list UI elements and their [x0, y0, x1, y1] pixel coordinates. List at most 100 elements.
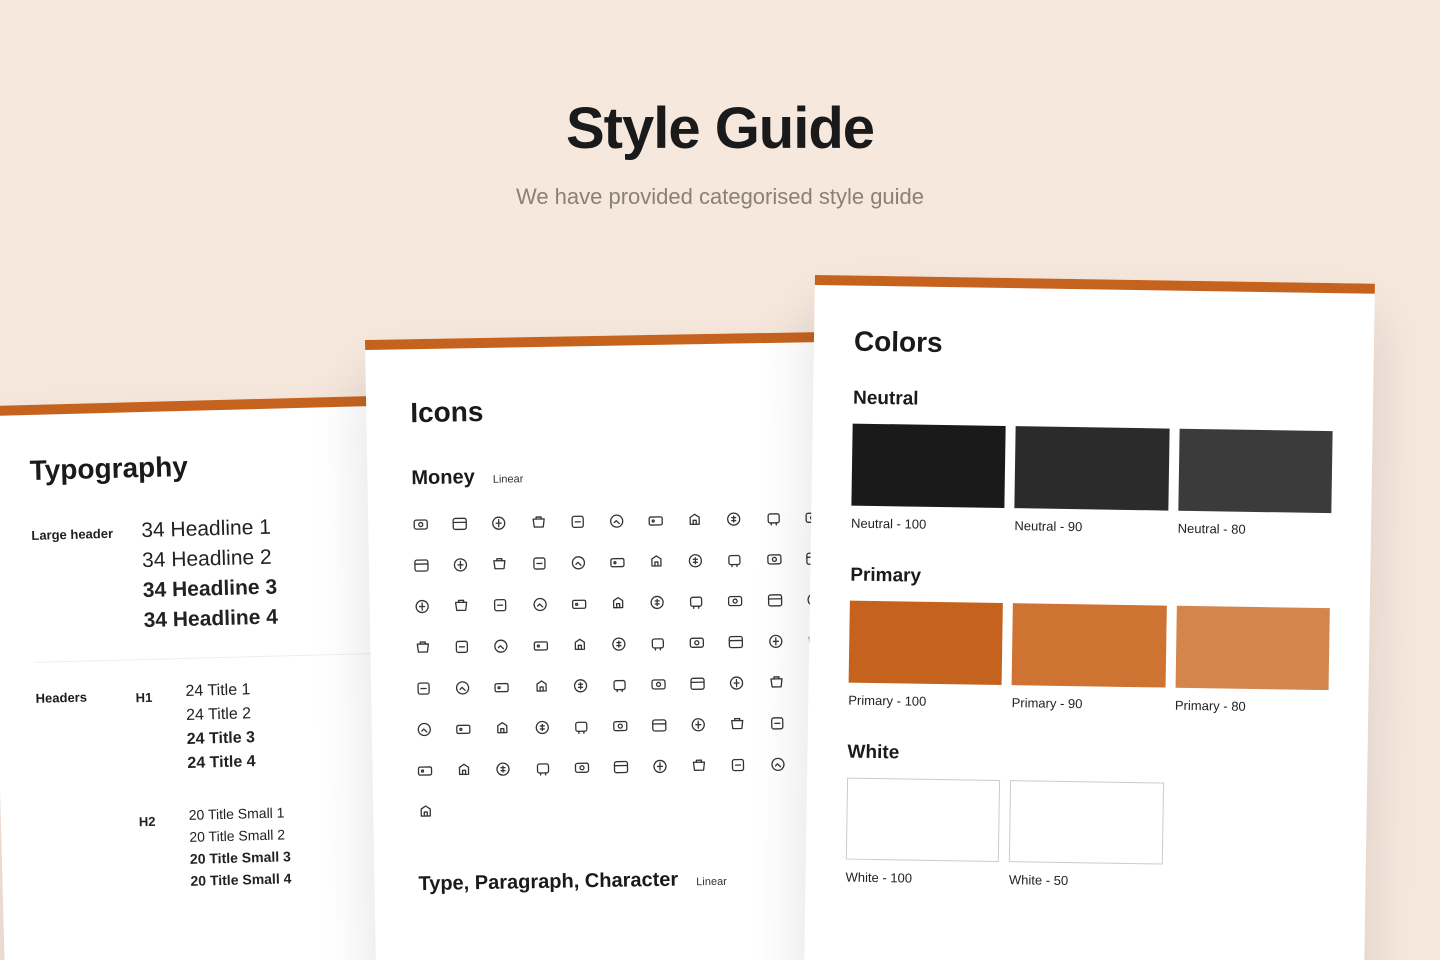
headline-4: 34 Headline 4 — [143, 603, 376, 633]
money-icon — [414, 639, 435, 661]
money-icon — [689, 675, 710, 697]
money-style: Linear — [493, 473, 524, 486]
swatch-box — [1012, 603, 1167, 687]
page-title: Style Guide — [0, 95, 1440, 162]
tpc-section-header: Type, Paragraph, Character Linear — [418, 866, 830, 896]
money-icon — [530, 555, 551, 577]
headers-label: Headers — [35, 684, 141, 899]
money-icon — [530, 514, 551, 536]
money-icon-grid — [412, 509, 829, 825]
money-icon — [492, 596, 513, 618]
money-icon — [609, 594, 630, 616]
money-icon — [686, 511, 707, 533]
money-icon — [687, 552, 708, 574]
swatch-label: White - 50 — [1009, 872, 1163, 889]
money-icon — [608, 512, 629, 534]
title-4: 24 Title 4 — [187, 752, 288, 773]
money-icon — [688, 593, 709, 615]
swatch-box — [1015, 426, 1170, 510]
money-icon — [766, 592, 787, 614]
money-icon — [769, 756, 790, 778]
large-header-row: Large header 34 Headline 1 34 Headline 2… — [31, 513, 376, 642]
money-icon — [569, 554, 590, 576]
money-icon — [572, 718, 593, 740]
money-icon — [649, 635, 670, 657]
colors-card: Colors Neutral Neutral - 100 Neutral - 9… — [803, 275, 1375, 960]
swatch-primary-90: Primary - 90 — [1012, 603, 1167, 712]
swatch-neutral-80: Neutral - 80 — [1178, 429, 1333, 538]
money-icon — [651, 758, 672, 780]
headline-1: 34 Headline 1 — [141, 513, 374, 543]
swatch-primary-80: Primary - 80 — [1175, 606, 1330, 715]
money-icon — [726, 551, 747, 573]
money-icon — [727, 592, 748, 614]
money-icon — [533, 719, 554, 741]
money-icon — [729, 715, 750, 737]
swatch-label: Neutral - 100 — [851, 516, 1005, 533]
title-small-2: 20 Title Small 2 — [189, 826, 290, 845]
typography-heading: Typography — [29, 446, 372, 487]
swatch-white-100: White - 100 — [845, 778, 1000, 887]
money-icon — [612, 758, 633, 780]
money-icon — [494, 719, 515, 741]
icons-heading: Icons — [410, 390, 822, 429]
swatch-label: Primary - 100 — [848, 693, 1002, 710]
money-icon — [569, 513, 590, 535]
title-small-1: 20 Title Small 1 — [189, 804, 290, 823]
typography-card: Typography Large header 34 Headline 1 34… — [0, 395, 418, 960]
money-icon — [453, 597, 474, 619]
money-icon — [610, 635, 631, 657]
swatch-label: Primary - 90 — [1012, 695, 1166, 712]
money-icon — [730, 756, 751, 778]
icons-card: Icons Money Linear Type, Paragraph, Char… — [365, 331, 877, 960]
money-icon — [651, 717, 672, 739]
money-section-header: Money Linear — [411, 460, 823, 490]
colors-heading: Colors — [854, 326, 1334, 366]
swatch-box — [1178, 429, 1333, 513]
large-header-label: Large header — [31, 519, 142, 543]
swatch-label: Neutral - 90 — [1014, 518, 1168, 535]
white-section: White White - 100 White - 50 — [845, 742, 1327, 893]
money-icon — [493, 637, 514, 659]
headers-block: Headers H1 24 Title 1 24 Title 2 24 Titl… — [35, 678, 382, 899]
swatch-box — [851, 424, 1006, 508]
money-icon — [414, 598, 435, 620]
money-icon — [650, 676, 671, 698]
swatch-label: Primary - 80 — [1175, 698, 1329, 715]
money-icon — [532, 678, 553, 700]
title-small-3: 20 Title Small 3 — [190, 848, 291, 867]
money-icon — [453, 638, 474, 660]
swatch-neutral-100: Neutral - 100 — [851, 424, 1006, 533]
page-subtitle: We have provided categorised style guide — [0, 184, 1440, 210]
money-icon — [768, 674, 789, 696]
neutral-label: Neutral — [853, 388, 1333, 418]
money-icon — [612, 717, 633, 739]
money-icon — [416, 762, 437, 784]
money-icon — [490, 514, 511, 536]
money-icon — [609, 553, 630, 575]
money-icon — [611, 676, 632, 698]
money-icon — [532, 637, 553, 659]
tpc-label: Type, Paragraph, Character — [418, 869, 678, 897]
h1-group: H1 24 Title 1 24 Title 2 24 Title 3 24 T… — [135, 680, 288, 780]
money-icon — [648, 553, 669, 575]
tpc-style: Linear — [696, 876, 727, 889]
money-icon — [649, 594, 670, 616]
headline-3: 34 Headline 3 — [143, 573, 376, 603]
money-icon — [455, 720, 476, 742]
money-icon — [691, 757, 712, 779]
hero: Style Guide We have provided categorised… — [0, 95, 1440, 210]
money-icon — [725, 510, 746, 532]
h2-group: H2 20 Title Small 1 20 Title Small 2 20 … — [139, 804, 292, 896]
money-icon — [456, 761, 477, 783]
money-icon — [728, 674, 749, 696]
money-icon — [412, 516, 433, 538]
money-icon — [728, 633, 749, 655]
money-icon — [413, 557, 434, 579]
title-small-4: 20 Title Small 4 — [190, 870, 291, 889]
swatch-primary-100: Primary - 100 — [848, 601, 1003, 710]
money-icon — [416, 721, 437, 743]
money-icon — [451, 515, 472, 537]
primary-label: Primary — [850, 565, 1330, 595]
money-icon — [647, 512, 668, 534]
